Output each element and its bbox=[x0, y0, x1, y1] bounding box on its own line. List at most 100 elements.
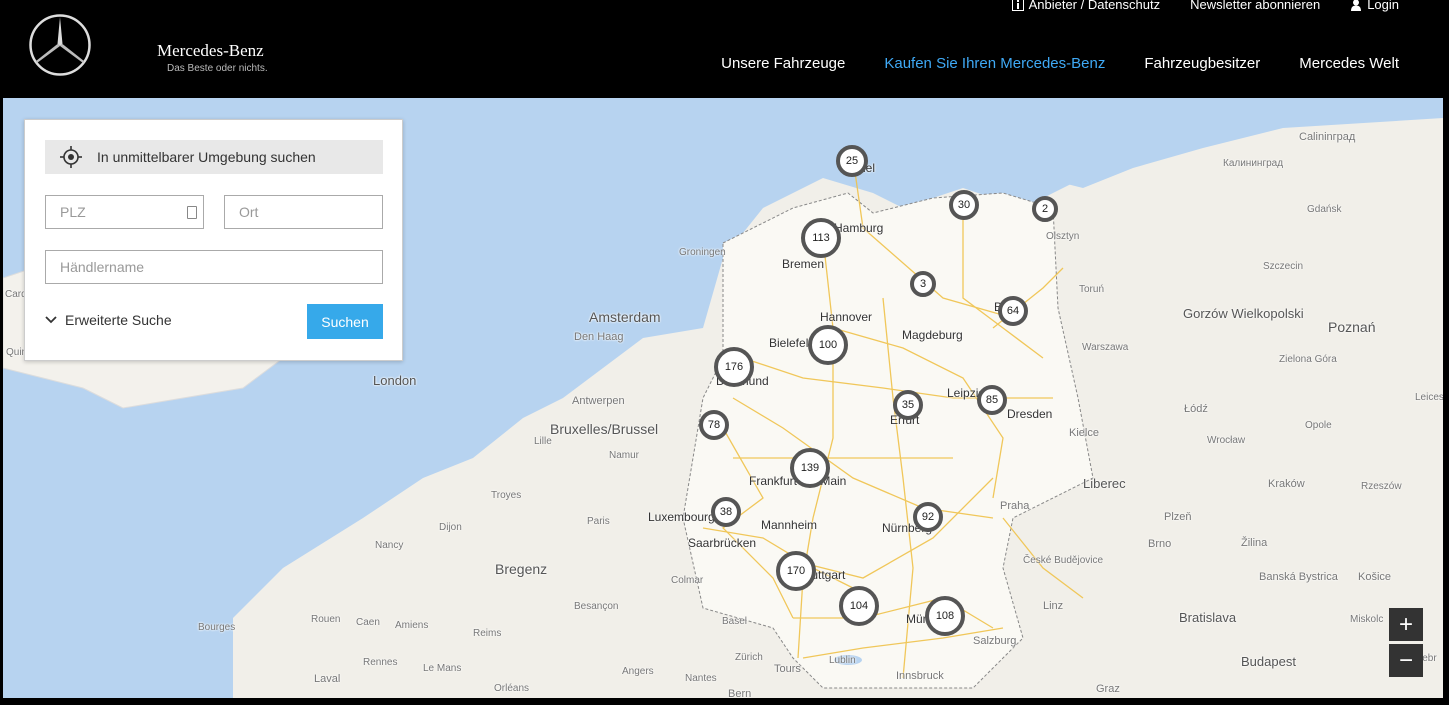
map-label-poznan: Gorzów Wielkopolski bbox=[1183, 306, 1304, 321]
map-label-gorzow: Toruń bbox=[1079, 284, 1105, 295]
map-label-olomouc: Plzeň bbox=[1164, 511, 1192, 523]
ort-input[interactable] bbox=[224, 195, 383, 229]
dealer-cluster-marker[interactable]: 104 bbox=[839, 586, 879, 626]
dealer-cluster-marker[interactable]: 100 bbox=[808, 325, 848, 365]
map-label-kielce: Opole bbox=[1305, 420, 1332, 431]
chevron-down-icon bbox=[45, 316, 57, 324]
map-label-olsztyn: Gdańsk bbox=[1307, 204, 1342, 215]
dealer-cluster-marker[interactable]: 3 bbox=[910, 271, 936, 297]
map-label-rennes: Rouen bbox=[311, 614, 341, 625]
brand-slogan: Das Beste oder nichts. bbox=[167, 63, 268, 74]
map-label-dijon: Angers bbox=[622, 666, 654, 677]
dealer-cluster-marker[interactable]: 85 bbox=[977, 385, 1007, 415]
login-link[interactable]: Login bbox=[1350, 0, 1399, 12]
locate-nearby-button[interactable]: In unmittelbarer Umgebung suchen bbox=[45, 140, 383, 174]
contact-card-icon bbox=[187, 206, 197, 219]
plz-input[interactable] bbox=[45, 195, 204, 229]
nav-unsere-fahrzeuge[interactable]: Unsere Fahrzeuge bbox=[721, 55, 845, 72]
map-label-szczecin: Olsztyn bbox=[1046, 231, 1080, 242]
map-label-nancy: Colmar bbox=[671, 575, 704, 586]
map-label-antwerpen: Antwerpen bbox=[572, 395, 625, 407]
newsletter-link[interactable]: Newsletter abonnieren bbox=[1190, 0, 1320, 12]
dealer-cluster-marker[interactable]: 78 bbox=[699, 410, 729, 440]
map-label-hannover: Hannover bbox=[820, 310, 873, 324]
dealer-cluster-marker[interactable]: 92 bbox=[913, 502, 943, 532]
imprint-link-label: Anbieter / Datenschutz bbox=[1028, 0, 1161, 12]
map-label-dresden: Dresden bbox=[1007, 407, 1053, 421]
nav-fahrzeugbesitzer[interactable]: Fahrzeugbesitzer bbox=[1144, 55, 1260, 72]
dealer-cluster-marker[interactable]: 35 bbox=[893, 390, 923, 420]
map-label-kosice: Košice bbox=[1358, 571, 1392, 583]
nav-kaufen[interactable]: Kaufen Sie Ihren Mercedes-Benz bbox=[884, 55, 1105, 72]
dealer-cluster-marker[interactable]: 170 bbox=[776, 551, 816, 591]
map-label-plzen: Praha bbox=[1000, 500, 1030, 512]
map-label-amiens: Troyes bbox=[491, 490, 522, 501]
map-label-luxembourg: Luxembourg bbox=[648, 510, 715, 524]
login-link-label: Login bbox=[1367, 0, 1399, 12]
map-label-den-haag: Den Haag bbox=[574, 331, 624, 343]
map-label-le-mans: Amiens bbox=[395, 620, 429, 631]
map-label-zielona-gora: Warszawa bbox=[1082, 342, 1129, 353]
map-label-mannheim: Mannheim bbox=[761, 518, 818, 532]
map-label-ceske-budejovice: České Budějovice bbox=[1023, 555, 1104, 566]
zoom-in-button[interactable]: + bbox=[1389, 608, 1423, 641]
dealer-name-input[interactable] bbox=[45, 250, 383, 284]
map-label-gdansk: Калининград bbox=[1223, 158, 1284, 169]
map-label-groningen: Groningen bbox=[679, 247, 726, 258]
map-label-colmar: Basel bbox=[722, 616, 748, 627]
map-label-basel: Zürich bbox=[735, 652, 763, 663]
map-label-bregenz: Lublin bbox=[829, 655, 856, 666]
map-label-nantes: Laval bbox=[314, 673, 341, 685]
site-header: Mercedes-Benz Das Beste oder nichts. Anb… bbox=[0, 0, 1449, 98]
dealer-cluster-marker[interactable]: 176 bbox=[714, 347, 754, 387]
nav-mercedes-welt[interactable]: Mercedes Welt bbox=[1299, 55, 1399, 72]
map-label-rzeszow: Rzeszów bbox=[1361, 481, 1402, 492]
dealer-cluster-marker[interactable]: 38 bbox=[711, 497, 741, 527]
map-label-bratislava: Bratislava bbox=[1179, 610, 1237, 625]
map-label-bruxelles: Bruxelles/Brussel bbox=[550, 421, 659, 437]
map-label-amsterdam: Amsterdam bbox=[589, 309, 661, 325]
map-label-magdeburg: Magdeburg bbox=[902, 328, 963, 342]
map-label-linz: Linz bbox=[1043, 600, 1064, 612]
map-label-kaliningrad: Calininград bbox=[1299, 131, 1356, 143]
dealer-cluster-marker[interactable]: 30 bbox=[949, 190, 979, 220]
map-label-rouen: Dijon bbox=[439, 522, 462, 533]
info-icon bbox=[1011, 0, 1024, 11]
zoom-out-button[interactable]: − bbox=[1389, 644, 1423, 677]
map-label-zilina: Žilina bbox=[1241, 537, 1268, 549]
map-label-praha: Liberec bbox=[1083, 476, 1126, 491]
imprint-link[interactable]: Anbieter / Datenschutz bbox=[1011, 0, 1161, 12]
mercedes-star-logo[interactable] bbox=[28, 13, 92, 77]
map-label-torun: Szczecin bbox=[1263, 261, 1304, 272]
map-label-laval: Caen bbox=[356, 617, 380, 628]
map-label-zuerich: Tours bbox=[774, 663, 801, 675]
map-label-brno: Brno bbox=[1148, 538, 1172, 550]
map-label-innsbruck: Innsbruck bbox=[896, 670, 944, 682]
map-label-bourges: Orléans bbox=[494, 683, 530, 694]
dealer-cluster-marker[interactable]: 25 bbox=[836, 145, 868, 177]
map-label-krakow: Kraków bbox=[1268, 478, 1305, 490]
dealer-cluster-marker[interactable]: 64 bbox=[998, 296, 1028, 326]
map-label-liberec: Kielce bbox=[1069, 427, 1099, 439]
map-label-angers: Rennes bbox=[363, 657, 398, 668]
map-label-lille: Lille bbox=[534, 436, 552, 447]
map-label-salzburg: Salzburg bbox=[973, 635, 1017, 647]
main-nav: Unsere Fahrzeuge Kaufen Sie Ihren Merced… bbox=[721, 55, 1399, 72]
advanced-search-toggle[interactable]: Erweiterte Suche bbox=[45, 312, 172, 328]
map-label-reims: Paris bbox=[587, 516, 610, 527]
map-label-lodz: Zielona Góra bbox=[1279, 354, 1337, 365]
dealer-cluster-marker[interactable]: 2 bbox=[1032, 196, 1058, 222]
map-label-orleans: Reims bbox=[473, 628, 502, 639]
search-button[interactable]: Suchen bbox=[307, 304, 383, 339]
brand-name: Mercedes-Benz bbox=[157, 41, 264, 60]
map-label-london: London bbox=[373, 373, 417, 388]
map-label-wroclaw: Łódź bbox=[1184, 403, 1208, 415]
map-label-bremen: Bremen bbox=[782, 257, 825, 271]
dealer-cluster-marker[interactable]: 139 bbox=[790, 448, 830, 488]
dealer-cluster-marker[interactable]: 108 bbox=[925, 596, 965, 636]
map-label-namur: Namur bbox=[609, 450, 640, 461]
map-label-quimper: Bourges bbox=[198, 622, 236, 633]
newsletter-link-label: Newsletter abonnieren bbox=[1190, 0, 1321, 12]
dealer-cluster-marker[interactable]: 113 bbox=[801, 218, 841, 258]
map-label-troyes: Besançon bbox=[574, 601, 619, 612]
